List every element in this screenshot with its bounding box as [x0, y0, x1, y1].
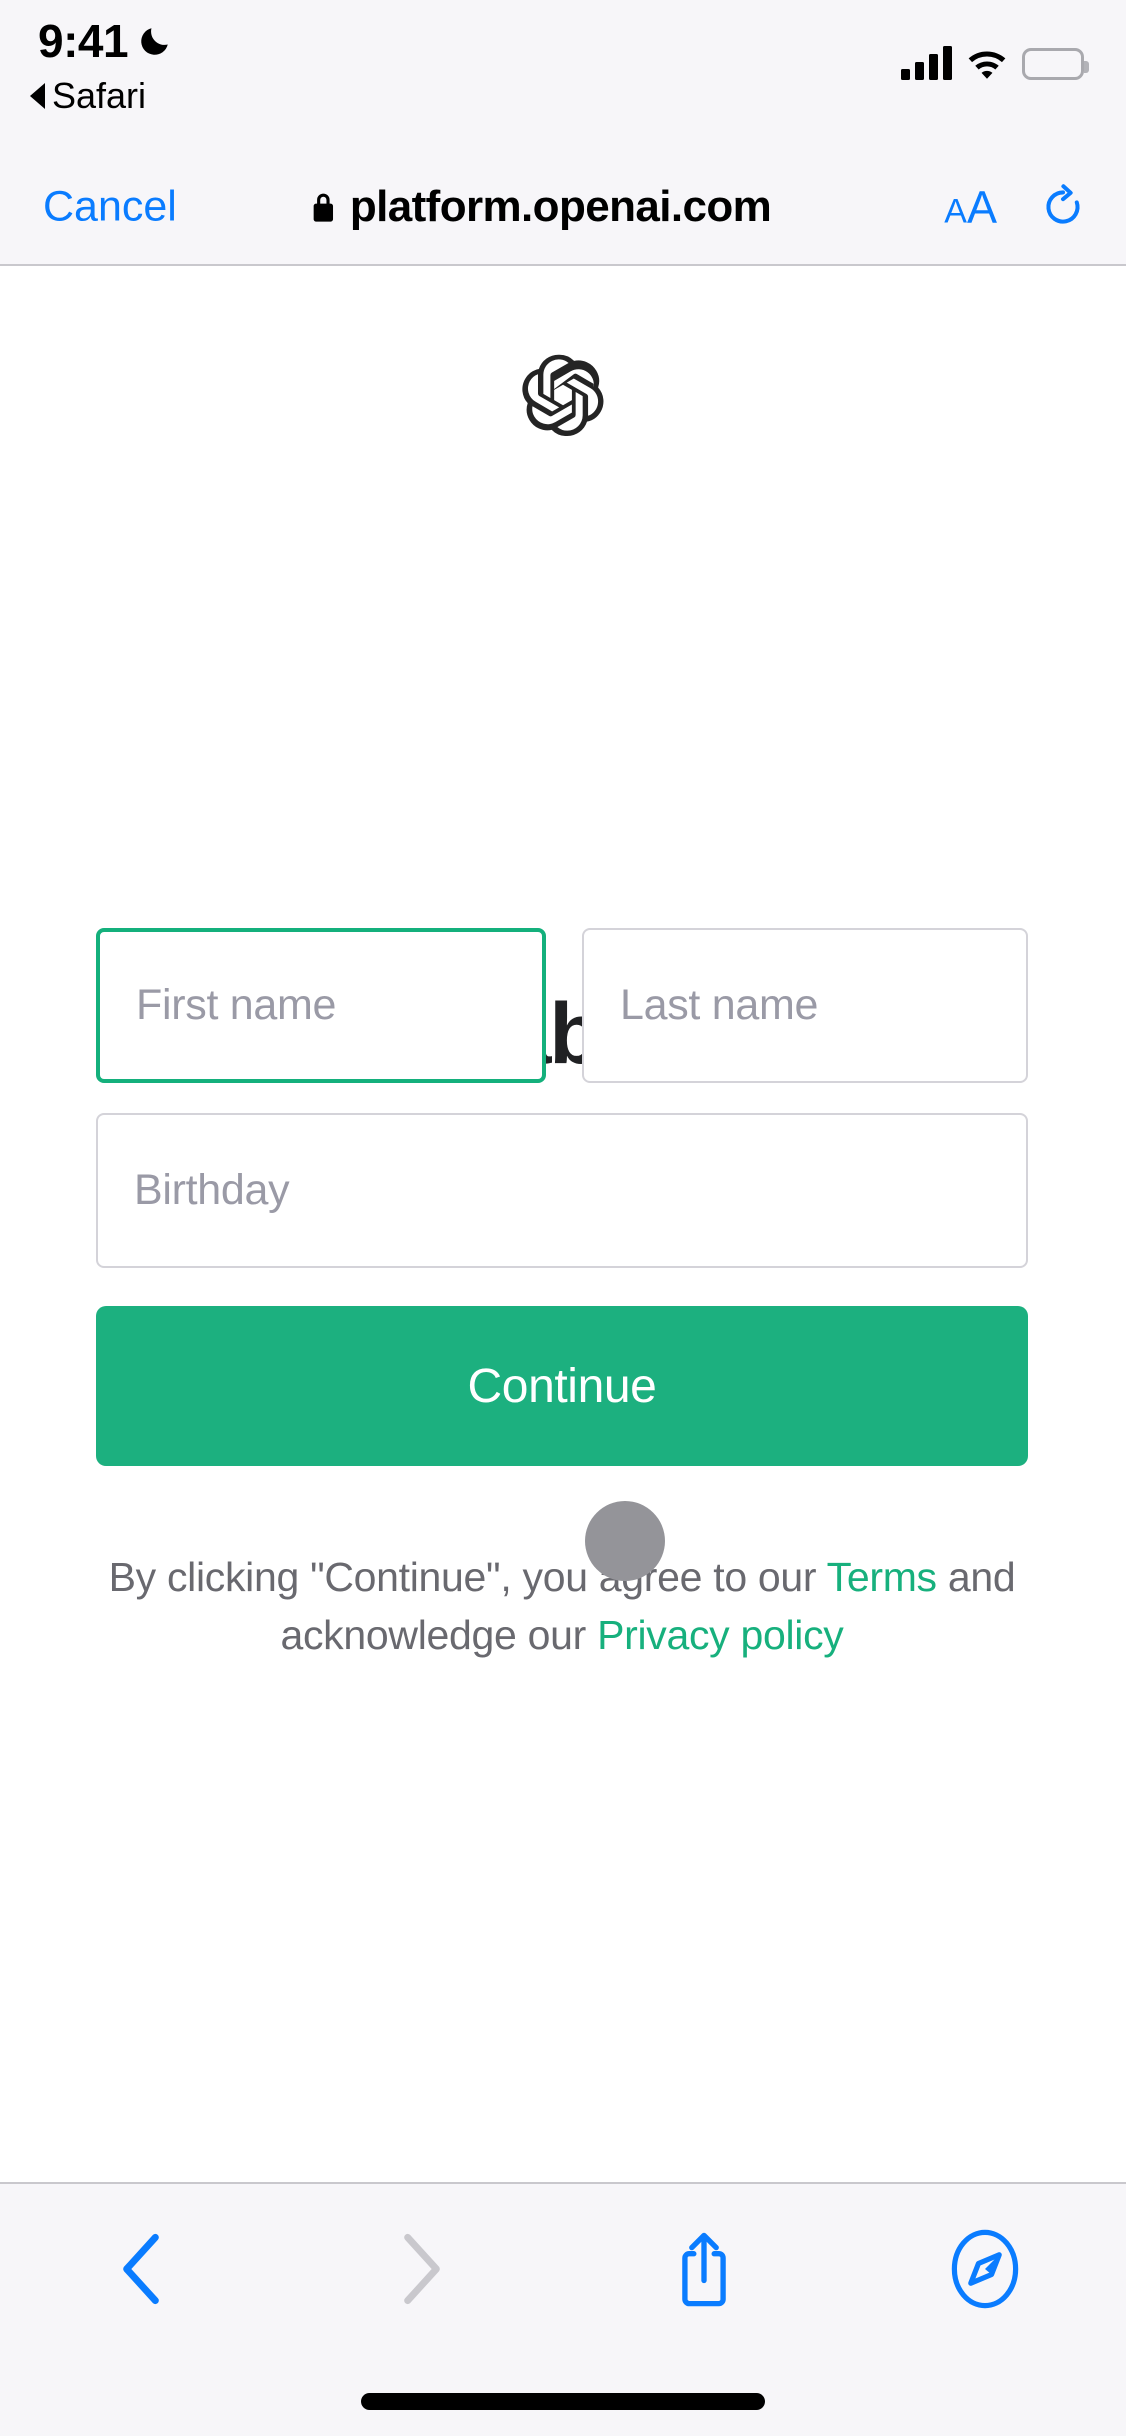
safari-compass-icon	[952, 2229, 1019, 2309]
terms-link[interactable]: Terms	[827, 1554, 937, 1600]
forward-button[interactable]	[282, 2214, 564, 2324]
status-bar-left: 9:41	[38, 18, 172, 64]
privacy-policy-link[interactable]: Privacy policy	[597, 1612, 844, 1658]
back-to-safari-link[interactable]: Safari	[30, 78, 146, 114]
cellular-signal-icon	[901, 46, 952, 80]
continue-button[interactable]: Continue	[96, 1306, 1028, 1466]
wifi-icon	[968, 51, 1006, 79]
browser-bottom-toolbar	[0, 2182, 1126, 2436]
touch-cursor-indicator	[585, 1501, 665, 1581]
tabs-button[interactable]	[845, 2214, 1126, 2324]
browser-top-toolbar: Cancel platform.openai.com AA	[0, 150, 1126, 266]
cancel-button[interactable]: Cancel	[43, 185, 177, 229]
text-size-button[interactable]: AA	[944, 185, 997, 230]
web-page-content: Tell us about you First name Last name B…	[0, 266, 1126, 2182]
lock-icon	[313, 193, 334, 222]
chevron-right-icon	[404, 2233, 441, 2305]
aa-small: A	[944, 192, 967, 231]
address-bar[interactable]: platform.openai.com	[311, 182, 772, 231]
home-indicator	[361, 2393, 765, 2410]
status-bar-right	[901, 36, 1089, 80]
back-triangle-icon	[30, 83, 45, 109]
moon-icon	[141, 28, 168, 55]
signup-form: First name Last name Birthday Continue B…	[96, 928, 1028, 1664]
clock-time: 9:41	[38, 15, 129, 67]
url-text: platform.openai.com	[349, 182, 772, 231]
aa-large: A	[966, 181, 997, 233]
bottom-toolbar-icons	[0, 2214, 1126, 2324]
iphone-screen: 9:41 Safari Cancel platform.openai.com A…	[0, 0, 1126, 2436]
birthday-input[interactable]: Birthday	[96, 1113, 1028, 1268]
legal-disclaimer: By clicking "Continue", you agree to our…	[96, 1548, 1028, 1664]
status-bar: 9:41 Safari	[0, 0, 1126, 150]
back-to-safari-label: Safari	[52, 75, 147, 116]
legal-text-part1: By clicking "Continue", you agree to our	[108, 1554, 827, 1600]
first-name-input[interactable]: First name	[96, 928, 546, 1083]
battery-full-icon	[1022, 48, 1089, 80]
name-row: First name Last name	[96, 928, 1028, 1083]
back-button[interactable]	[0, 2214, 282, 2324]
share-button[interactable]	[563, 2214, 845, 2324]
last-name-input[interactable]: Last name	[582, 928, 1028, 1083]
reload-icon[interactable]	[1040, 184, 1086, 230]
chevron-left-icon	[122, 2233, 159, 2305]
share-icon	[681, 2232, 726, 2307]
openai-logo-icon	[522, 354, 604, 436]
